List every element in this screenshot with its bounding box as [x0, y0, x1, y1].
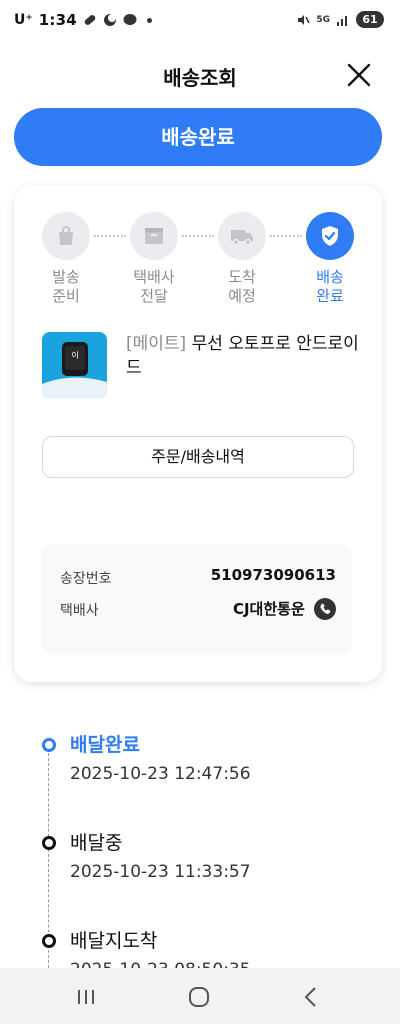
- step-label: 도착 예정: [228, 268, 256, 305]
- timeline-time: 2025-10-23 11:33:57: [70, 862, 251, 882]
- network-label: 5G: [316, 14, 330, 25]
- timeline-status: 배달중: [70, 832, 123, 854]
- signal-icon: [337, 15, 347, 26]
- step-label: 택배사 전달: [133, 268, 175, 305]
- carrier-row: 택배사 CJ대한통운: [60, 597, 336, 622]
- page-title: 배송조회: [163, 66, 237, 90]
- timeline-status: 배달지도착: [70, 930, 158, 952]
- timeline-time: 2025-10-23 12:47:56: [70, 764, 251, 784]
- battery-indicator: 61: [356, 11, 384, 28]
- timeline-dot: [42, 934, 56, 948]
- step-arrival: 도착 예정: [214, 212, 270, 306]
- product-thumbnail: 이: [42, 332, 107, 398]
- status-time: 1:34: [38, 11, 77, 29]
- status-left: U⁺ 1:34: [14, 11, 152, 29]
- step-circle: [130, 212, 178, 260]
- check-shield-icon: [322, 226, 338, 246]
- notification-dot: [146, 17, 152, 23]
- step-circle: [218, 212, 266, 260]
- delivery-card: 발송 준비 택배사 전달 도착 예정 배송 완료 이 [메이트] 무선 오토프로…: [14, 186, 382, 682]
- product-name: [메이트] 무선 오토프로 안드로이드: [126, 332, 362, 380]
- step-label: 배송 완료: [316, 268, 344, 305]
- carrier-label: 택배사: [60, 603, 99, 619]
- box-icon: [145, 228, 163, 244]
- tracking-number-label: 송장번호: [60, 571, 112, 587]
- pill-icon: [84, 15, 96, 25]
- timeline-status: 배달완료: [70, 734, 140, 756]
- order-history-button[interactable]: 주문/배송내역: [42, 436, 354, 478]
- tracking-number-row: 송장번호 510973090613: [60, 566, 336, 590]
- tracking-info: 송장번호 510973090613 택배사 CJ대한통운: [42, 544, 352, 654]
- step-connector: [182, 235, 214, 237]
- timeline-dot: [42, 738, 56, 752]
- truck-icon: [231, 230, 253, 246]
- svg-text:이: 이: [71, 350, 78, 360]
- recent-apps-icon[interactable]: [71, 982, 101, 1012]
- step-label: 발송 준비: [52, 268, 80, 305]
- timeline-dot: [42, 836, 56, 850]
- header: 배송조회: [0, 52, 400, 98]
- step-ready: 발송 준비: [38, 212, 94, 306]
- product-brand: [메이트]: [126, 334, 187, 354]
- product-info[interactable]: 이 [메이트] 무선 오토프로 안드로이드: [42, 332, 362, 402]
- step-handover: 택배사 전달: [126, 212, 182, 306]
- moon-icon: [103, 14, 116, 26]
- status-bar: U⁺ 1:34 5G 61: [0, 0, 400, 40]
- progress-steps: 발송 준비 택배사 전달 도착 예정 배송 완료: [38, 212, 358, 312]
- step-connector: [94, 235, 126, 237]
- step-delivered: 배송 완료: [302, 212, 358, 306]
- carrier-name: CJ대한통운: [232, 600, 305, 618]
- mute-icon: [298, 14, 311, 25]
- close-icon[interactable]: [344, 60, 374, 90]
- tracking-timeline: 배달완료 2025-10-23 12:47:56 배달중 2025-10-23 …: [0, 722, 400, 972]
- step-circle: [42, 212, 90, 260]
- home-icon[interactable]: [184, 982, 214, 1012]
- bag-icon: [59, 226, 73, 245]
- step-connector: [270, 235, 302, 237]
- back-icon[interactable]: [296, 982, 326, 1012]
- product-image: 이: [42, 332, 107, 398]
- delivery-status-banner: 배송완료: [14, 108, 382, 166]
- carrier-label: U⁺: [14, 12, 33, 28]
- phone-icon[interactable]: [314, 597, 336, 620]
- system-nav-bar: [0, 968, 400, 1024]
- carrier-value: CJ대한통운: [232, 597, 336, 621]
- status-right: 5G 61: [296, 11, 384, 28]
- chat-icon: [123, 14, 137, 25]
- step-circle: [306, 212, 354, 260]
- tracking-number[interactable]: 510973090613: [211, 566, 336, 584]
